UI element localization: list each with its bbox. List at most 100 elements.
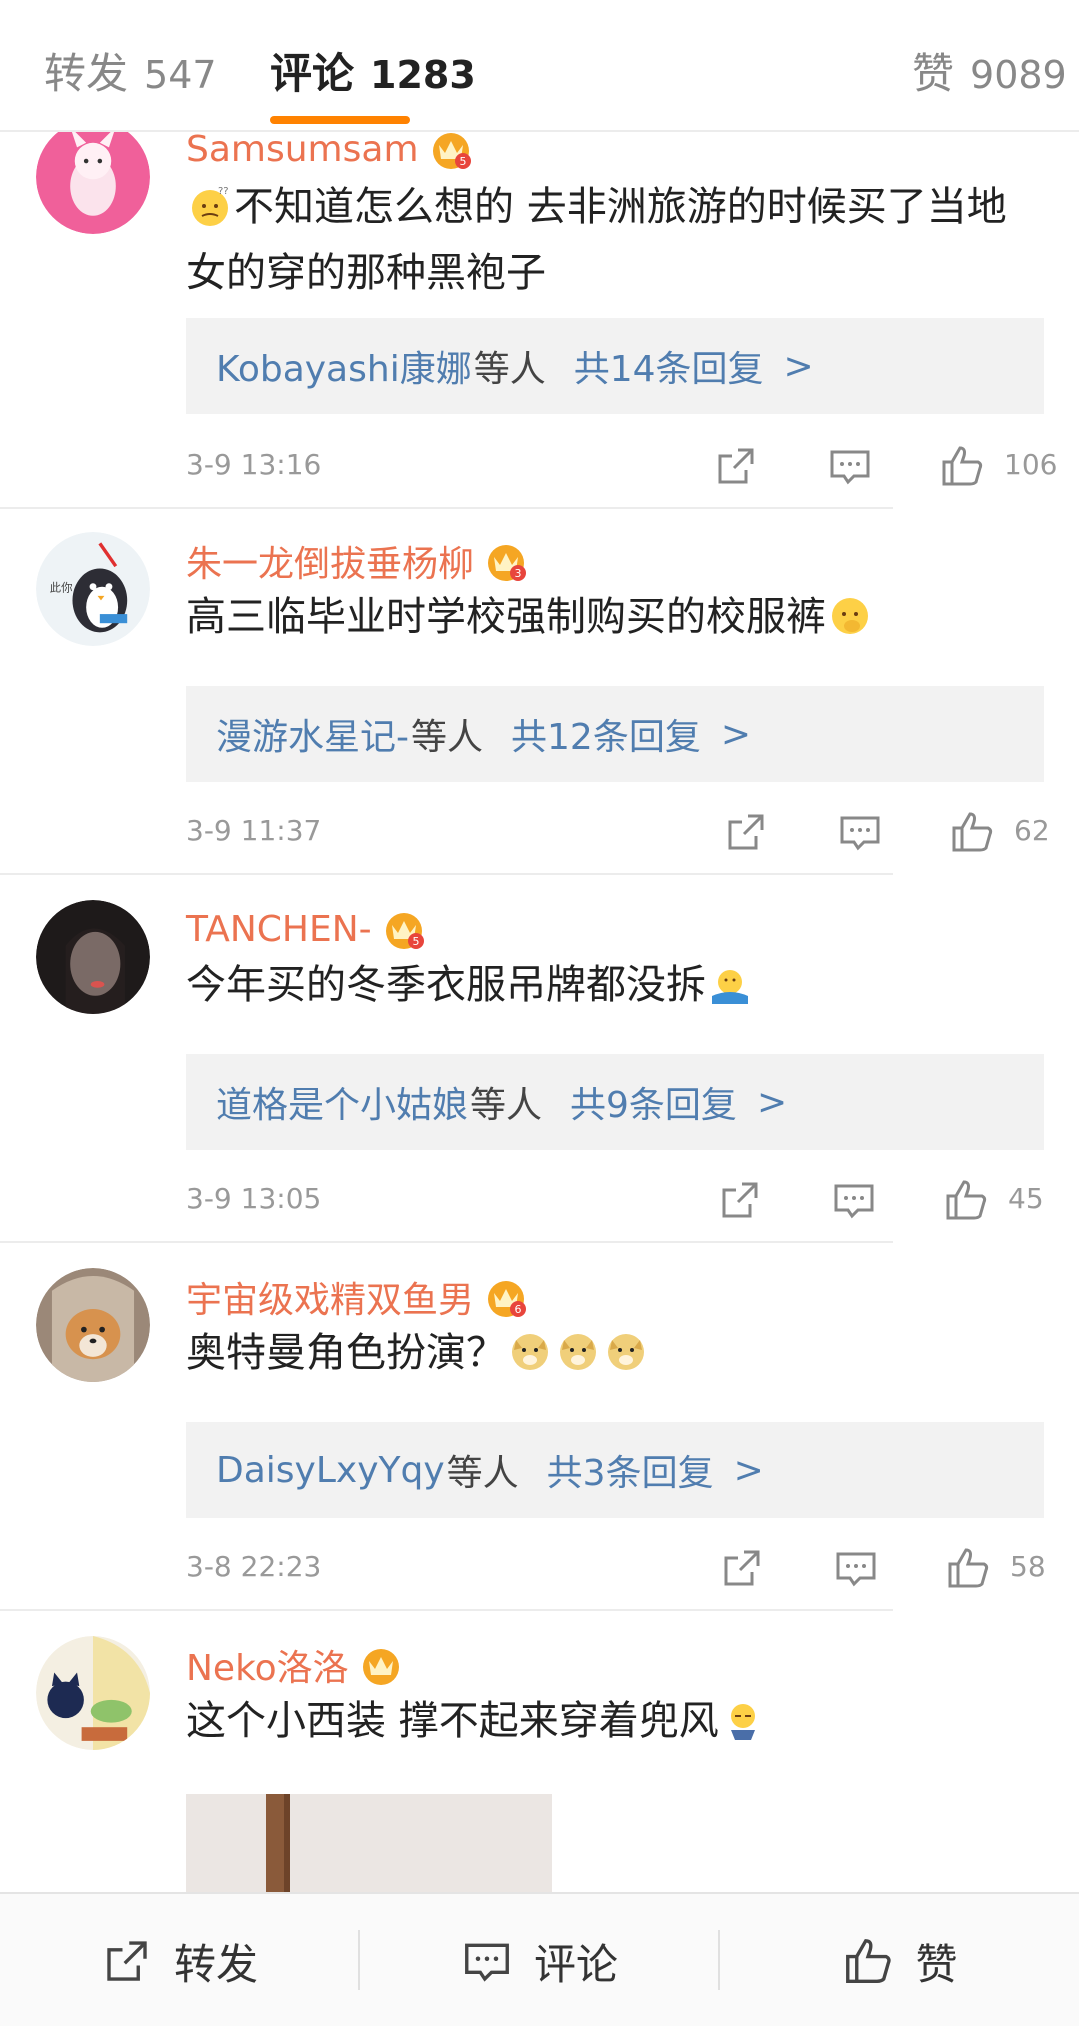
doge-emoji [512, 1334, 548, 1370]
username[interactable]: 宇宙级戏精双鱼男 [186, 1271, 474, 1323]
like-icon [846, 1939, 892, 1983]
comment-text: 奥特曼角色扮演？ [186, 1320, 1046, 1386]
vip-crown-icon: 6 [488, 1281, 527, 1317]
vip-crown-icon: 5 [385, 913, 424, 949]
avatar[interactable] [36, 132, 150, 234]
repost-icon[interactable] [722, 808, 770, 856]
comment-meta: 3-8 22:23 58 [186, 1538, 1046, 1598]
tab-comments-label: 评论 [270, 49, 355, 98]
repost-icon [107, 1941, 147, 1981]
comment-text-content: 奥特曼角色扮演？ [186, 1330, 506, 1376]
doge-emoji [608, 1334, 644, 1370]
tab-likes-label: 赞 [912, 49, 955, 98]
reply-others: 等人 [446, 1453, 519, 1494]
reply-total[interactable]: 共3条回复 [547, 1444, 714, 1496]
comment-image[interactable] [186, 1794, 552, 1892]
tab-repost-count: 547 [144, 53, 217, 97]
like-count: 62 [1014, 814, 1050, 847]
comment-icon[interactable] [826, 442, 874, 490]
active-tab-indicator [270, 116, 410, 124]
divider [0, 873, 893, 875]
comment-icon[interactable] [836, 808, 884, 856]
comment-time: 3-9 13:16 [186, 448, 322, 481]
comment-label: 评论 [533, 1939, 618, 1989]
comment-time: 3-8 22:23 [186, 1550, 322, 1583]
comment-icon[interactable] [832, 1544, 880, 1592]
like-label: 赞 [915, 1939, 958, 1989]
comment-text-content: 今年买的冬季衣服吊牌都没拆 [186, 962, 706, 1008]
bottom-action-bar: 转发 评论 赞 [0, 1892, 1079, 2026]
like-icon[interactable] [948, 808, 996, 856]
comment-time: 3-9 11:37 [186, 814, 322, 847]
like-count: 58 [1010, 1550, 1046, 1583]
sweat-emoji [730, 1704, 755, 1740]
like-icon[interactable] [942, 1176, 990, 1224]
reply-preview[interactable]: 道格是个小姑娘 等人 共9条回复 > [186, 1054, 1044, 1150]
reply-others: 等人 [473, 349, 546, 390]
username[interactable]: 朱一龙倒拔垂杨柳 [186, 535, 474, 587]
comment-meta: 3-9 13:05 45 [186, 1170, 1044, 1230]
chevron-right-icon: > [756, 1081, 788, 1123]
username[interactable]: TANCHEN- [186, 909, 372, 950]
avatar[interactable] [36, 1268, 150, 1382]
reply-names[interactable]: DaisyLxyYqy [216, 1450, 445, 1491]
like-count: 106 [1004, 448, 1058, 481]
tab-likes-count: 9089 [970, 53, 1067, 97]
divider [0, 1609, 893, 1611]
comment-icon[interactable] [830, 1176, 878, 1224]
comment-text-content: 不知道怎么想的 去非洲旅游的时候买了当地女的穿的那种黑袍子 [186, 184, 1007, 296]
reply-preview[interactable]: 漫游水星记- 等人 共12条回复 > [186, 686, 1044, 782]
tab-comments[interactable]: 评论 1283 [270, 40, 476, 101]
reply-names[interactable]: 漫游水星记- [216, 708, 409, 760]
svg-text:5: 5 [412, 935, 419, 948]
username[interactable]: Samsumsam [186, 132, 419, 170]
vip-crown-icon: 5 [432, 133, 471, 169]
reply-preview[interactable]: Kobayashi康娜 等人 共14条回复 > [186, 318, 1044, 414]
username[interactable]: Neko洛洛 [186, 1639, 349, 1691]
reply-total[interactable]: 共12条回复 [511, 708, 701, 760]
repost-icon[interactable] [716, 1176, 764, 1224]
repost-button[interactable]: 转发 [0, 1894, 358, 2026]
reply-others: 等人 [470, 1085, 543, 1126]
avatar[interactable]: 此你 [36, 532, 150, 646]
reply-total[interactable]: 共14条回复 [574, 340, 764, 392]
svg-text:??: ?? [218, 186, 229, 197]
comment-meta: 3-9 11:37 62 [186, 802, 1050, 862]
reply-total[interactable]: 共9条回复 [570, 1076, 737, 1128]
reply-names[interactable]: 道格是个小姑娘 [216, 1076, 468, 1128]
comment-tab-bar: 转发 547 评论 1283 赞 9089 [0, 0, 1079, 132]
reply-preview[interactable]: DaisyLxyYqy 等人 共3条回复 > [186, 1422, 1044, 1518]
comment-text-content: 高三临毕业时学校强制购买的校服裤 [186, 594, 826, 640]
like-icon[interactable] [938, 442, 986, 490]
avatar[interactable] [36, 900, 150, 1014]
thinking-face-emoji: ?? [192, 186, 229, 226]
svg-text:此你: 此你 [50, 580, 73, 594]
repost-icon[interactable] [712, 442, 760, 490]
repost-label: 转发 [173, 1939, 258, 1989]
comment-text: 高三临毕业时学校强制购买的校服裤 [186, 584, 1046, 650]
comment-button[interactable]: 评论 [360, 1894, 718, 2026]
chevron-right-icon: > [720, 713, 751, 755]
tab-repost-label: 转发 [44, 49, 129, 98]
tab-repost[interactable]: 转发 547 [44, 40, 217, 101]
pondering-face-emoji [832, 598, 868, 634]
comment-list[interactable]: Samsumsam 5 ?? 不知道怎么想的 去非洲旅游的时候买了当地女的穿的那种… [0, 132, 1079, 1892]
like-button[interactable]: 赞 [720, 1894, 1079, 2026]
repost-icon[interactable] [718, 1544, 766, 1592]
like-icon[interactable] [944, 1544, 992, 1592]
comment-text: ?? 不知道怎么想的 去非洲旅游的时候买了当地女的穿的那种黑袍子 [186, 174, 1046, 306]
chevron-right-icon: > [733, 1449, 764, 1491]
tab-likes[interactable]: 赞 9089 [912, 40, 1067, 101]
doge-emoji [560, 1334, 596, 1370]
svg-text:5: 5 [459, 155, 466, 168]
comment-text: 今年买的冬季衣服吊牌都没拆 [186, 952, 1046, 1018]
shrug-emoji [712, 970, 748, 1004]
tab-comments-count: 1283 [370, 53, 476, 97]
divider [0, 1241, 893, 1243]
divider [0, 507, 893, 509]
like-count: 45 [1008, 1182, 1044, 1215]
avatar[interactable] [36, 1636, 150, 1750]
comment-meta: 3-9 13:16 106 [186, 436, 1057, 496]
reply-names[interactable]: Kobayashi康娜 [216, 340, 472, 392]
chevron-right-icon: > [783, 345, 814, 387]
